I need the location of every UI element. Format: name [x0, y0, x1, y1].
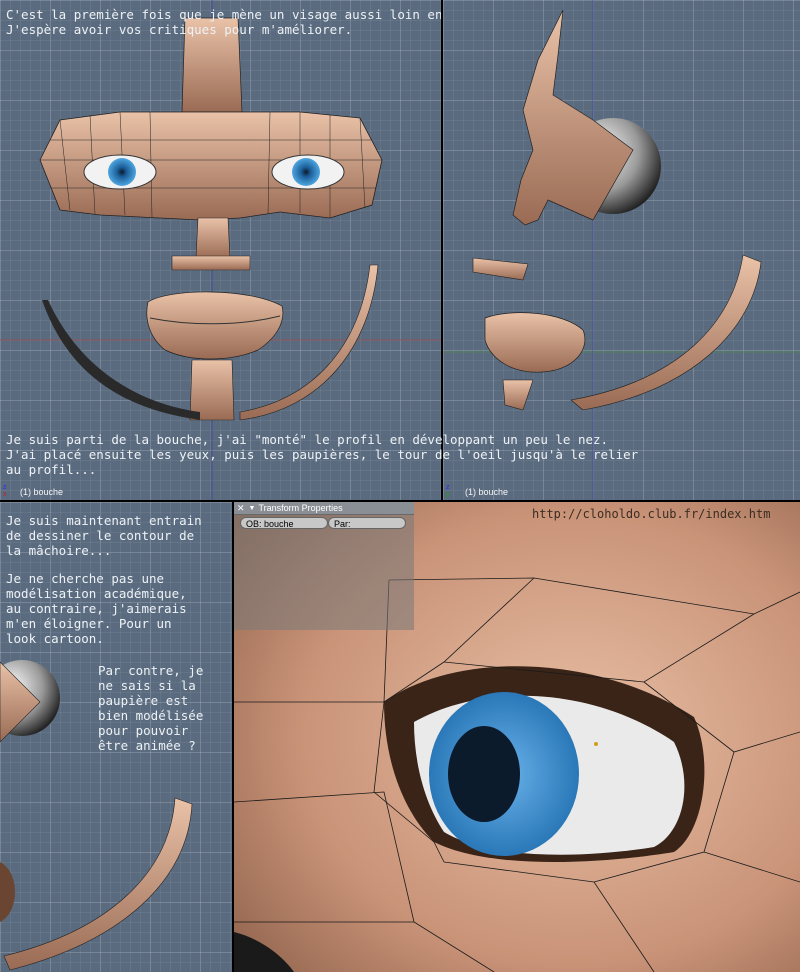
left-p1-line-3: la mâchoire... [6, 543, 112, 558]
intro-line-2: J'espère avoir vos critiques pour m'amél… [6, 22, 353, 37]
left-p1-line-1: Je suis maintenant entrain [6, 513, 202, 528]
par-field[interactable]: Par: [328, 517, 406, 529]
left-p2-line-4: m'en éloigner. Pour un [6, 616, 172, 631]
left-p3-line-4: bien modélisée [98, 708, 204, 723]
transform-panel-title: Transform Properties [258, 503, 343, 513]
collapse-icon[interactable]: ▼ [249, 505, 256, 512]
left-p2-line-1: Je ne cherche pas une [6, 571, 165, 586]
intro-line-1: C'est la première fois que je mène un vi… [6, 7, 441, 22]
left-p2-line-5: look cartoon. [6, 631, 104, 646]
website-url: http://cloholdo.club.fr/index.htm [532, 507, 771, 521]
front-viewport-label: (1) bouche [20, 487, 64, 497]
side-face-mesh [443, 0, 800, 500]
left-p1-line-2: de dessiner le contour de [6, 528, 195, 543]
left-p3-line-6: être animée ? [98, 738, 196, 753]
side-viewport[interactable]: zy (1) bouche [443, 0, 800, 500]
middle-line-1: Je suis parti de la bouche, j'ai "monté"… [6, 432, 609, 447]
left-p3-line-1: Par contre, je [98, 663, 204, 678]
close-icon[interactable]: ✕ [237, 503, 245, 514]
left-p3-line-5: pour pouvoir [98, 723, 189, 738]
middle-line-3: au profil... [6, 462, 97, 477]
side-viewport-label: (1) bouche [465, 487, 509, 497]
axis-icon: zy [446, 484, 450, 498]
front-face-mesh [0, 0, 441, 500]
bottom-left-viewport[interactable]: Je suis maintenant entrain de dessiner l… [0, 502, 232, 972]
left-p3-line-2: ne sais si la [98, 678, 196, 693]
ob-field[interactable]: OB: bouche [240, 517, 328, 529]
transform-panel-body: OB: bouche Par: [234, 514, 414, 630]
front-viewport[interactable]: C'est la première fois que je mène un vi… [0, 0, 441, 500]
left-p2-line-3: au contraire, j'aimerais [6, 601, 187, 616]
left-p3-line-3: paupière est [98, 693, 189, 708]
axis-icon: zx [3, 484, 7, 498]
middle-line-2: J'ai placé ensuite les yeux, puis les pa… [6, 447, 639, 462]
left-p2-line-2: modélisation académique, [6, 586, 187, 601]
